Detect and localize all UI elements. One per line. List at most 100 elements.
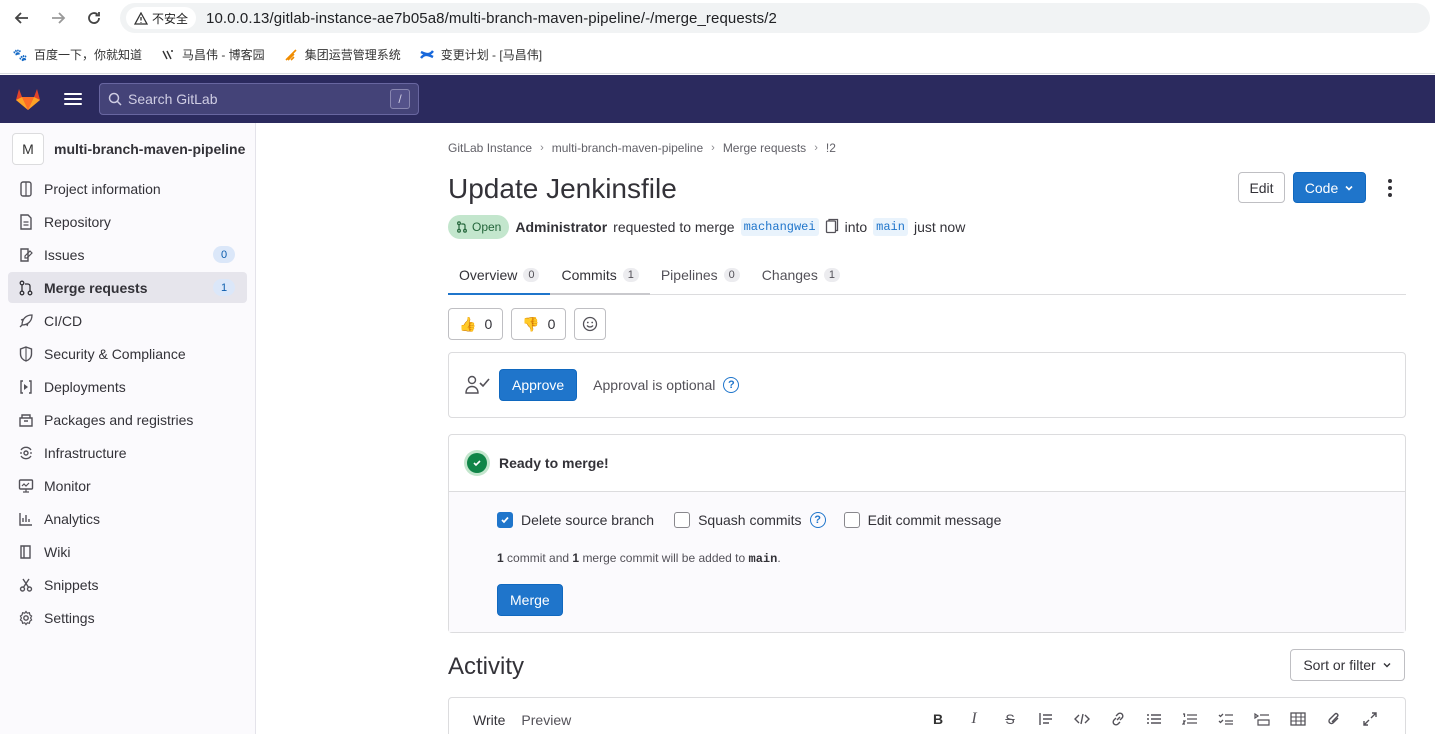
package-icon	[18, 412, 34, 428]
deployments-icon	[18, 379, 34, 395]
code-button[interactable]: Code	[1293, 172, 1366, 203]
bullet-list-icon[interactable]	[1143, 708, 1165, 730]
copy-icon[interactable]	[825, 218, 839, 237]
sidebar-item-merge-requests[interactable]: Merge requests 1	[8, 272, 247, 303]
sidebar-item-snippets[interactable]: Snippets	[8, 569, 247, 600]
chevron-down-icon	[1345, 185, 1353, 191]
search-icon	[108, 92, 122, 106]
quote-icon[interactable]	[1035, 708, 1057, 730]
merge-commit-note: 1 commit and 1 merge commit will be adde…	[497, 551, 781, 566]
confluence-icon	[419, 47, 435, 63]
add-reaction-button[interactable]	[574, 308, 607, 340]
more-actions-icon[interactable]	[1380, 175, 1400, 201]
rocket-icon	[18, 313, 34, 329]
task-list-icon[interactable]	[1215, 708, 1237, 730]
bookmark-baidu[interactable]: 🐾 百度一下，你就知道	[12, 46, 143, 63]
tab-commits[interactable]: Commits 1	[550, 255, 649, 295]
search-input[interactable]: Search GitLab /	[99, 83, 419, 115]
collapsible-section-icon[interactable]	[1251, 708, 1273, 730]
sidebar-nav: Project information Repository Issues 0 …	[0, 173, 255, 633]
document-icon	[18, 213, 34, 230]
edit-button[interactable]: Edit	[1238, 172, 1285, 203]
security-chip[interactable]: 不安全	[126, 7, 197, 29]
bookmark-cnblogs[interactable]: 马昌伟 - 博客园	[160, 46, 265, 63]
tab-count: 1	[823, 268, 840, 282]
delete-source-branch-option[interactable]: Delete source branch	[497, 512, 654, 528]
breadcrumb-project[interactable]: multi-branch-maven-pipeline	[552, 141, 703, 155]
breadcrumb-gitlab-instance[interactable]: GitLab Instance	[448, 141, 532, 155]
sidebar-item-wiki[interactable]: Wiki	[8, 536, 247, 567]
strikethrough-icon[interactable]: S	[999, 708, 1021, 730]
mr-requested-text: requested to merge	[613, 219, 735, 235]
tab-changes[interactable]: Changes 1	[751, 255, 851, 295]
address-bar[interactable]: 不安全 10.0.0.13/gitlab-instance-ae7b05a8/m…	[120, 3, 1430, 33]
book-icon	[18, 544, 34, 560]
chart-icon	[18, 511, 34, 527]
tab-overview[interactable]: Overview 0	[448, 255, 550, 295]
thumbs-up-icon: 👍	[459, 315, 477, 332]
fullscreen-icon[interactable]	[1359, 708, 1381, 730]
sidebar-item-packages-registries[interactable]: Packages and registries	[8, 404, 247, 435]
sidebar-item-cicd[interactable]: CI/CD	[8, 305, 247, 336]
sidebar-item-repository[interactable]: Repository	[8, 206, 247, 237]
sidebar-item-settings[interactable]: Settings	[8, 602, 247, 633]
sidebar-item-infrastructure[interactable]: Infrastructure	[8, 437, 247, 468]
approve-button[interactable]: Approve	[499, 369, 578, 401]
issues-icon	[18, 247, 34, 263]
breadcrumb-merge-requests[interactable]: Merge requests	[723, 141, 806, 155]
thumbs-up-button[interactable]: 👍 0	[448, 308, 504, 340]
squash-commits-option[interactable]: Squash commits ?	[674, 512, 826, 528]
reload-icon[interactable]	[76, 0, 112, 36]
squash-checkbox[interactable]	[674, 512, 691, 528]
gear-icon	[18, 610, 34, 626]
code-icon[interactable]	[1071, 708, 1093, 730]
mr-author[interactable]: Administrator	[515, 219, 607, 235]
merge-button[interactable]: Merge	[497, 584, 563, 616]
link-icon[interactable]	[1107, 708, 1129, 730]
preview-tab[interactable]: Preview	[521, 712, 571, 728]
project-header[interactable]: M multi-branch-maven-pipeline	[0, 127, 255, 171]
bookmark-ops[interactable]: 集团运营管理系统	[283, 46, 401, 63]
gitlab-topbar: Search GitLab /	[0, 75, 1435, 123]
sidebar-item-project-information[interactable]: Project information	[8, 173, 247, 204]
help-icon[interactable]: ?	[723, 377, 740, 393]
numbered-list-icon[interactable]	[1179, 708, 1201, 730]
sidebar-item-deployments[interactable]: Deployments	[8, 371, 247, 402]
sort-filter-dropdown[interactable]: Sort or filter	[1290, 649, 1405, 681]
bold-icon[interactable]: B	[927, 708, 949, 730]
menu-icon[interactable]	[64, 89, 82, 109]
merge-request-icon	[457, 221, 467, 233]
forward-icon[interactable]	[40, 0, 76, 36]
write-tab[interactable]: Write	[473, 712, 505, 728]
merge-request-icon	[18, 280, 34, 296]
source-branch[interactable]: machangwei	[740, 218, 819, 236]
back-icon[interactable]	[4, 0, 40, 36]
sidebar-item-issues[interactable]: Issues 0	[8, 239, 247, 270]
bookmark-change-plan[interactable]: 变更计划 - [马昌伟]	[419, 46, 542, 63]
breadcrumb: GitLab Instance › multi-branch-maven-pip…	[448, 141, 836, 155]
table-icon[interactable]	[1287, 708, 1309, 730]
status-badge: Open	[448, 215, 510, 239]
edit-commit-message-option[interactable]: Edit commit message	[843, 512, 1001, 528]
breadcrumb-mr-id[interactable]: !2	[826, 141, 836, 155]
merge-requests-count-badge: 1	[213, 279, 235, 296]
edit-message-checkbox[interactable]	[843, 512, 860, 528]
url-text: 10.0.0.13/gitlab-instance-ae7b05a8/multi…	[206, 9, 777, 27]
sidebar-item-security-compliance[interactable]: Security & Compliance	[8, 338, 247, 369]
target-branch[interactable]: main	[873, 218, 908, 236]
award-emoji-bar: 👍 0 👎 0	[448, 308, 607, 340]
sidebar-item-monitor[interactable]: Monitor	[8, 470, 247, 501]
tab-count: 1	[622, 268, 639, 282]
merge-status-header: Ready to merge!	[449, 435, 1405, 492]
code-button-label: Code	[1304, 179, 1339, 196]
italic-icon[interactable]: I	[963, 708, 985, 730]
sidebar-item-analytics[interactable]: Analytics	[8, 503, 247, 534]
mr-into-text: into	[844, 219, 868, 235]
monitor-icon	[18, 478, 34, 494]
gitlab-logo-icon[interactable]	[14, 85, 42, 113]
help-icon[interactable]: ?	[809, 512, 826, 528]
tab-pipelines[interactable]: Pipelines 0	[650, 255, 751, 295]
thumbs-down-button[interactable]: 👎 0	[511, 308, 567, 340]
delete-source-checkbox[interactable]	[497, 512, 513, 528]
attach-icon[interactable]	[1323, 708, 1345, 730]
